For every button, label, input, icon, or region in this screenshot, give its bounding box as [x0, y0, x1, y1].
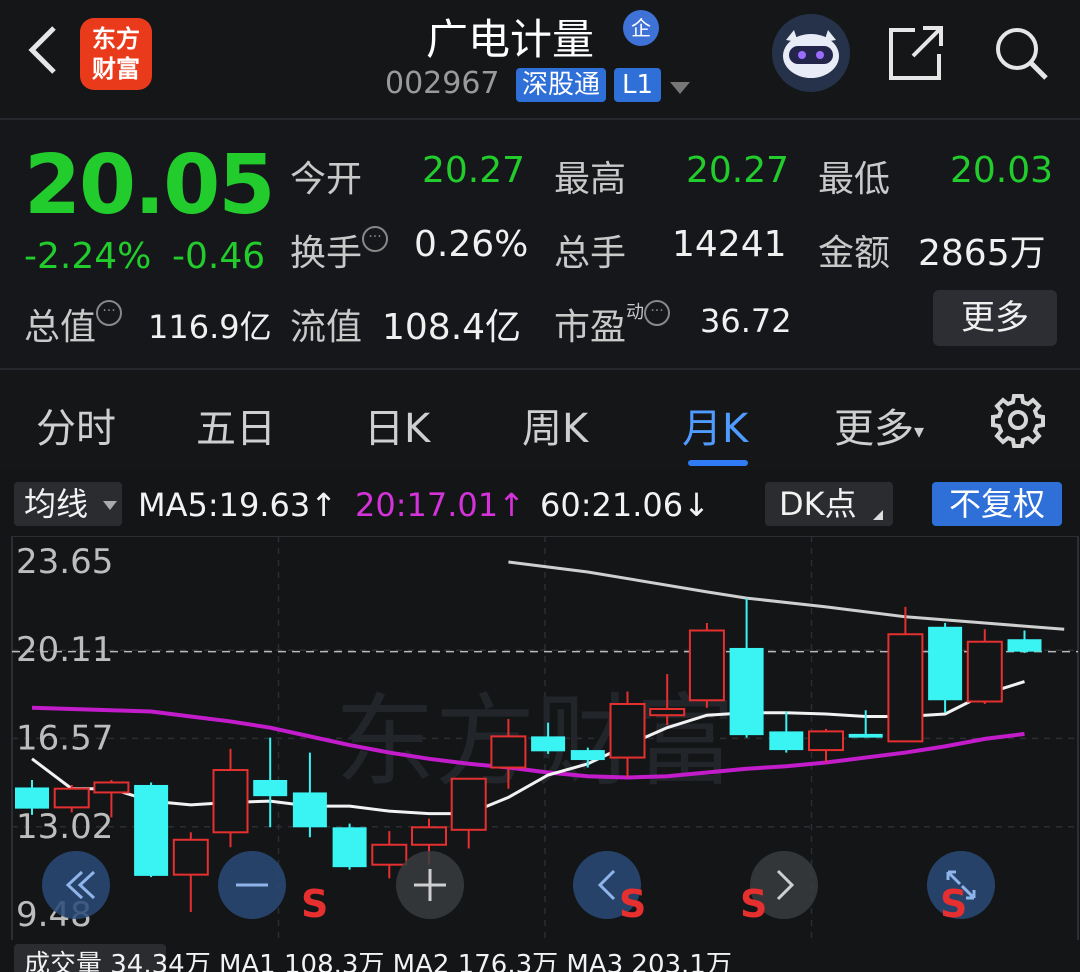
high-label: 最高: [554, 159, 627, 200]
ma20-value: 20:17.01↑: [355, 486, 525, 524]
tab-more[interactable]: 更多▾: [834, 396, 924, 454]
candle-body: [371, 843, 408, 866]
candle-body: [808, 730, 844, 752]
y-axis-label: 13.02: [16, 807, 113, 847]
y-axis-label: 20.11: [16, 630, 113, 670]
logo-text-top: 东方: [92, 25, 140, 53]
candle-body: [887, 633, 924, 743]
pe-label: 市盈动 ···: [554, 298, 671, 350]
candle-body: [172, 838, 209, 876]
open-value: 20.27: [422, 150, 526, 191]
low-label: 最低: [818, 159, 891, 200]
amount-label: 金额: [818, 233, 891, 274]
sell-signal-s: S: [619, 882, 646, 926]
candle-body: [769, 731, 804, 751]
more-button[interactable]: 更多: [933, 290, 1057, 346]
active-tab-indicator: [688, 460, 748, 466]
scroll-left-button[interactable]: [42, 851, 110, 919]
info-dots-icon[interactable]: ···: [644, 300, 671, 326]
share-icon[interactable]: [885, 22, 947, 84]
candle-body: [966, 640, 1003, 703]
candle-body: [292, 792, 327, 828]
connect-tag: 深股通: [516, 68, 607, 102]
candle-body: [253, 779, 288, 797]
app-logo[interactable]: 东方 财富: [80, 18, 152, 90]
ma60-line: [508, 560, 1065, 631]
candle-body: [649, 707, 686, 717]
ma60-value: 60:21.06↓: [540, 486, 710, 524]
candle-body: [609, 702, 646, 759]
code-dropdown-icon[interactable]: [670, 82, 690, 94]
change-amount: -0.46: [172, 236, 266, 277]
tab-daily-k[interactable]: 日K: [364, 396, 430, 454]
assistant-avatar-icon[interactable]: [772, 14, 850, 92]
corner-caret-icon: [873, 510, 883, 520]
stock-code: 002967: [385, 66, 500, 101]
y-axis-label: 23.65: [16, 542, 113, 582]
volume-indicator-strip: 成交量 34.34万 MA1 108.3万 MA2 176.3万 MA3 203…: [0, 940, 1080, 972]
tab-monthly-k[interactable]: 月K: [682, 396, 748, 454]
level-tag: L1: [614, 68, 662, 102]
sell-signal-s: S: [740, 882, 767, 926]
total-value: 116.9亿: [148, 308, 272, 346]
volume-value: 14241: [672, 224, 787, 265]
tab-more-label: 更多: [834, 406, 914, 452]
candle-body: [1007, 639, 1042, 652]
candle-body: [490, 735, 527, 769]
enterprise-badge: 企: [623, 10, 659, 46]
float-value-label: 流值: [290, 307, 363, 348]
sell-signal-s: S: [940, 882, 967, 926]
total-value-label-text: 总值: [24, 307, 97, 348]
candle-body: [93, 781, 130, 794]
y-axis-label: 16.57: [16, 718, 113, 758]
pe-label-text: 市盈: [554, 307, 627, 348]
candle-body: [729, 647, 764, 736]
turnover-value: 0.26%: [414, 224, 529, 265]
back-icon[interactable]: [22, 22, 62, 78]
gear-icon[interactable]: [990, 392, 1046, 448]
candle-body: [134, 784, 169, 876]
stock-name: 广电计量: [425, 15, 594, 64]
search-icon[interactable]: [990, 22, 1052, 84]
low-value: 20.03: [950, 150, 1054, 191]
caret-down-icon: [103, 501, 117, 510]
tab-intraday[interactable]: 分时: [36, 396, 116, 454]
pe-sup: 动: [626, 302, 645, 323]
logo-text-bottom: 财富: [92, 55, 140, 83]
total-value-label: 总值 ···: [24, 298, 123, 350]
turnover-label: 换手 ···: [290, 224, 389, 276]
caret-down-icon: ▾: [914, 419, 925, 443]
candle-body: [450, 777, 487, 831]
info-dots-icon[interactable]: ···: [96, 300, 123, 326]
kline-chart[interactable]: 东方财富 23.6520.1116.5713.029.48 S S S S: [0, 536, 1080, 944]
sell-signal-s: S: [301, 882, 328, 926]
candle-body: [848, 733, 883, 738]
ma5-value: MA5:19.63↑: [138, 486, 338, 524]
last-price: 20.05: [24, 138, 275, 233]
candle-body: [531, 736, 566, 752]
tab-weekly-k[interactable]: 周K: [522, 396, 588, 454]
high-value: 20.27: [686, 150, 790, 191]
pe-value: 36.72: [700, 302, 792, 340]
open-label: 今开: [290, 159, 363, 200]
candle-body: [53, 787, 90, 809]
candle-body: [570, 750, 605, 761]
float-value: 108.4亿: [382, 307, 522, 348]
candle-body: [15, 787, 49, 809]
candle-body: [688, 629, 725, 702]
info-dots-icon[interactable]: ···: [362, 226, 389, 252]
tab-five-day[interactable]: 五日: [196, 396, 276, 454]
zoom-in-button[interactable]: [396, 851, 464, 919]
change-percent: -2.24%: [24, 236, 152, 277]
turnover-label-text: 换手: [290, 233, 363, 274]
candle-body: [411, 826, 447, 846]
zoom-out-button[interactable]: [218, 851, 286, 919]
candle-body: [928, 626, 963, 701]
candle-body: [332, 827, 367, 868]
amount-value: 2865万: [918, 233, 1046, 274]
no-adjust-button[interactable]: 不复权: [932, 482, 1062, 526]
candle-body: [212, 769, 249, 834]
volume-label: 总手: [554, 233, 627, 274]
volume-summary: 成交量 34.34万 MA1 108.3万 MA2 176.3万 MA3 203…: [24, 950, 732, 972]
